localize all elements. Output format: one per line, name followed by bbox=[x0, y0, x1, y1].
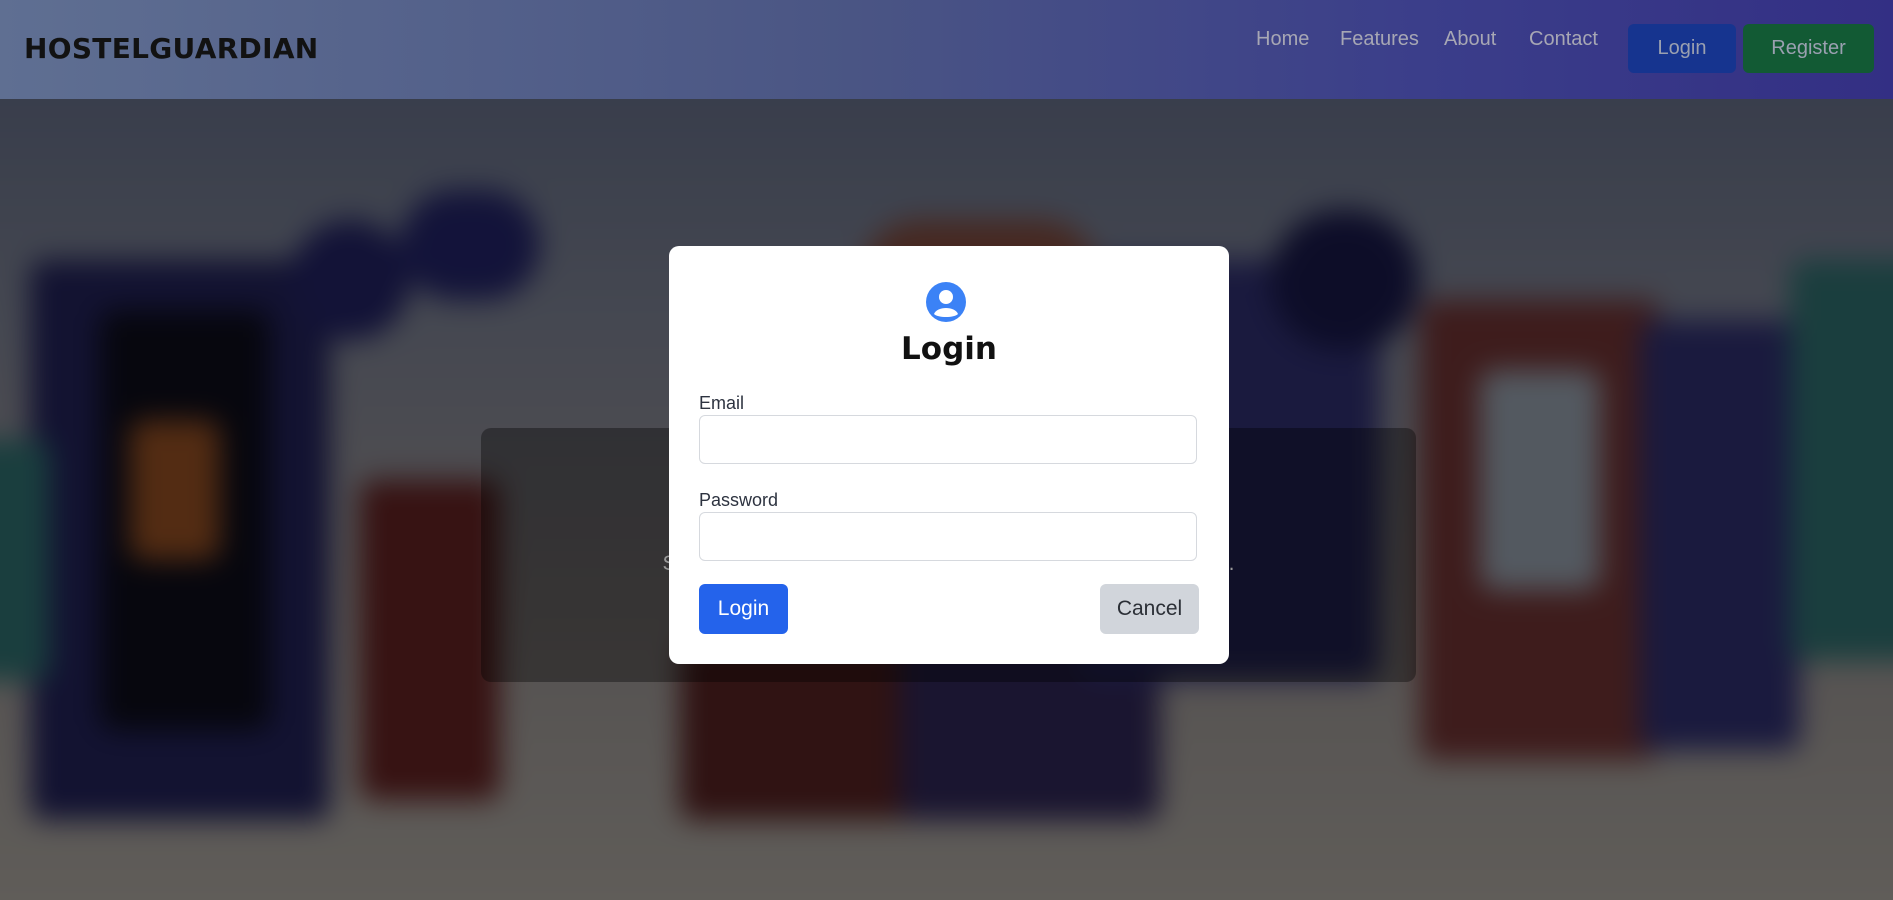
login-modal: Login Email Password Login Cancel bbox=[669, 246, 1229, 664]
password-field[interactable] bbox=[699, 512, 1197, 561]
brand-logo[interactable]: HOSTELGUARDIAN bbox=[24, 32, 319, 65]
user-circle-icon bbox=[926, 282, 966, 322]
nav-link-about[interactable]: About bbox=[1444, 28, 1496, 51]
email-field[interactable] bbox=[699, 415, 1197, 464]
nav-link-contact[interactable]: Contact bbox=[1529, 28, 1598, 51]
email-label: Email bbox=[699, 393, 745, 413]
modal-title: Login bbox=[901, 331, 997, 367]
password-label: Password bbox=[699, 490, 779, 510]
nav-link-home[interactable]: Home bbox=[1256, 28, 1309, 51]
nav-register-button[interactable]: Register bbox=[1743, 24, 1874, 73]
login-button[interactable]: Login bbox=[699, 584, 788, 634]
nav-login-button[interactable]: Login bbox=[1628, 24, 1736, 73]
navbar: HOSTELGUARDIAN Home Features About Conta… bbox=[0, 0, 1893, 99]
nav-link-features[interactable]: Features bbox=[1340, 28, 1419, 51]
cancel-button[interactable]: Cancel bbox=[1100, 584, 1199, 634]
